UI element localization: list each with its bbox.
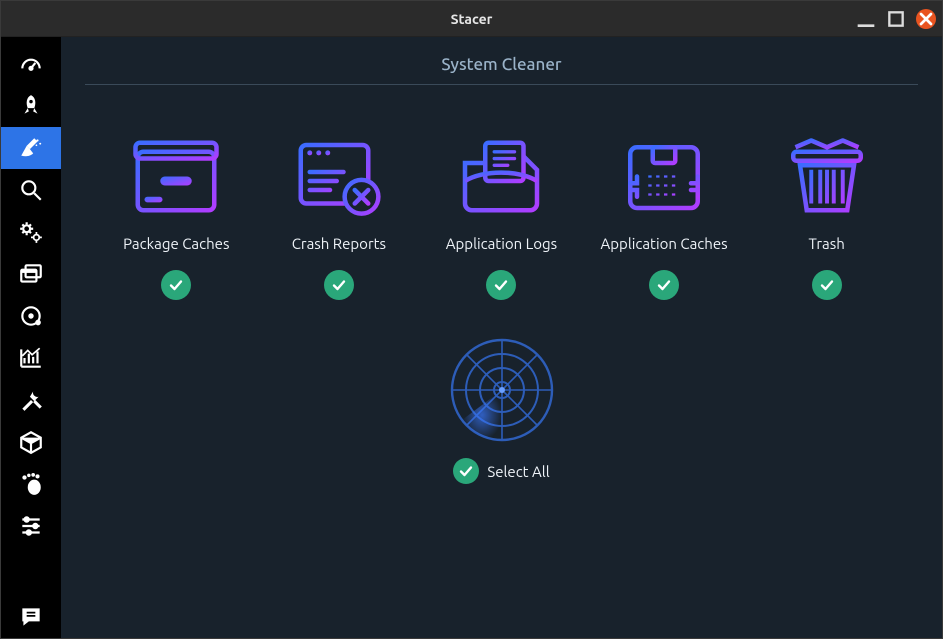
check-icon <box>458 463 474 479</box>
sidebar-item-cleaner[interactable] <box>1 127 61 169</box>
category-grid: Package Caches <box>85 135 918 300</box>
close-button[interactable] <box>916 9 936 29</box>
sidebar-item-startup[interactable] <box>1 85 61 127</box>
window-controls <box>856 9 936 29</box>
category-label: Package Caches <box>123 235 229 252</box>
category-label: Application Caches <box>601 235 728 252</box>
titlebar: Stacer <box>1 1 942 37</box>
sidebar-item-apt-repos[interactable] <box>1 421 61 463</box>
application-caches-icon <box>619 135 709 217</box>
gnome-foot-icon <box>18 471 44 497</box>
package-box-icon <box>18 429 44 455</box>
category-trash: Trash <box>747 135 907 300</box>
chat-icon <box>18 604 44 630</box>
sidebar-item-settings[interactable] <box>1 505 61 547</box>
page-title: System Cleaner <box>85 55 918 84</box>
app-window: Stacer <box>0 0 943 639</box>
sidebar-item-services[interactable] <box>1 211 61 253</box>
check-icon <box>819 277 835 293</box>
category-toggle-trash[interactable] <box>812 270 842 300</box>
close-icon <box>916 9 936 29</box>
search-icon <box>18 177 44 203</box>
divider <box>85 84 918 85</box>
broom-icon <box>18 135 44 161</box>
scan-button[interactable] <box>448 336 556 444</box>
category-toggle-crash-reports[interactable] <box>324 270 354 300</box>
chart-icon <box>18 345 44 371</box>
disk-icon <box>18 303 44 329</box>
package-caches-icon <box>131 135 221 217</box>
category-application-caches: Application Caches <box>584 135 744 300</box>
scan-section: Select All <box>85 336 918 484</box>
trash-icon <box>782 135 872 217</box>
radar-icon <box>448 336 556 444</box>
crash-reports-icon <box>294 135 384 217</box>
sidebar-item-helpers[interactable] <box>1 379 61 421</box>
minimize-button[interactable] <box>856 9 876 29</box>
sidebar-item-dashboard[interactable] <box>1 43 61 85</box>
rocket-icon <box>18 93 44 119</box>
select-all-toggle[interactable]: Select All <box>453 458 549 484</box>
window-title: Stacer <box>451 11 493 27</box>
select-all-label: Select All <box>487 463 549 480</box>
application-logs-icon <box>456 135 546 217</box>
check-icon <box>331 277 347 293</box>
sidebar-item-feedback[interactable] <box>1 596 61 638</box>
category-application-logs: Application Logs <box>421 135 581 300</box>
sidebar <box>1 37 61 638</box>
category-toggle-application-logs[interactable] <box>486 270 516 300</box>
gauge-icon <box>18 51 44 77</box>
check-icon <box>493 277 509 293</box>
select-all-check <box>453 458 479 484</box>
sidebar-item-resources[interactable] <box>1 337 61 379</box>
check-icon <box>656 277 672 293</box>
tools-icon <box>18 387 44 413</box>
category-toggle-application-caches[interactable] <box>649 270 679 300</box>
check-icon <box>168 277 184 293</box>
sidebar-item-gnome[interactable] <box>1 463 61 505</box>
sidebar-item-uninstaller[interactable] <box>1 295 61 337</box>
sidebar-item-processes[interactable] <box>1 253 61 295</box>
category-package-caches: Package Caches <box>96 135 256 300</box>
window-body: System Cleaner Pack <box>1 37 942 638</box>
gears-icon <box>18 219 44 245</box>
minimize-icon <box>856 9 876 29</box>
sliders-icon <box>18 513 44 539</box>
maximize-button[interactable] <box>886 9 906 29</box>
category-label: Application Logs <box>446 235 557 252</box>
main-content: System Cleaner Pack <box>61 37 942 638</box>
windows-stack-icon <box>18 261 44 287</box>
maximize-icon <box>886 9 906 29</box>
category-label: Trash <box>809 235 845 252</box>
sidebar-item-search[interactable] <box>1 169 61 211</box>
category-toggle-package-caches[interactable] <box>161 270 191 300</box>
category-crash-reports: Crash Reports <box>259 135 419 300</box>
category-label: Crash Reports <box>292 235 386 252</box>
